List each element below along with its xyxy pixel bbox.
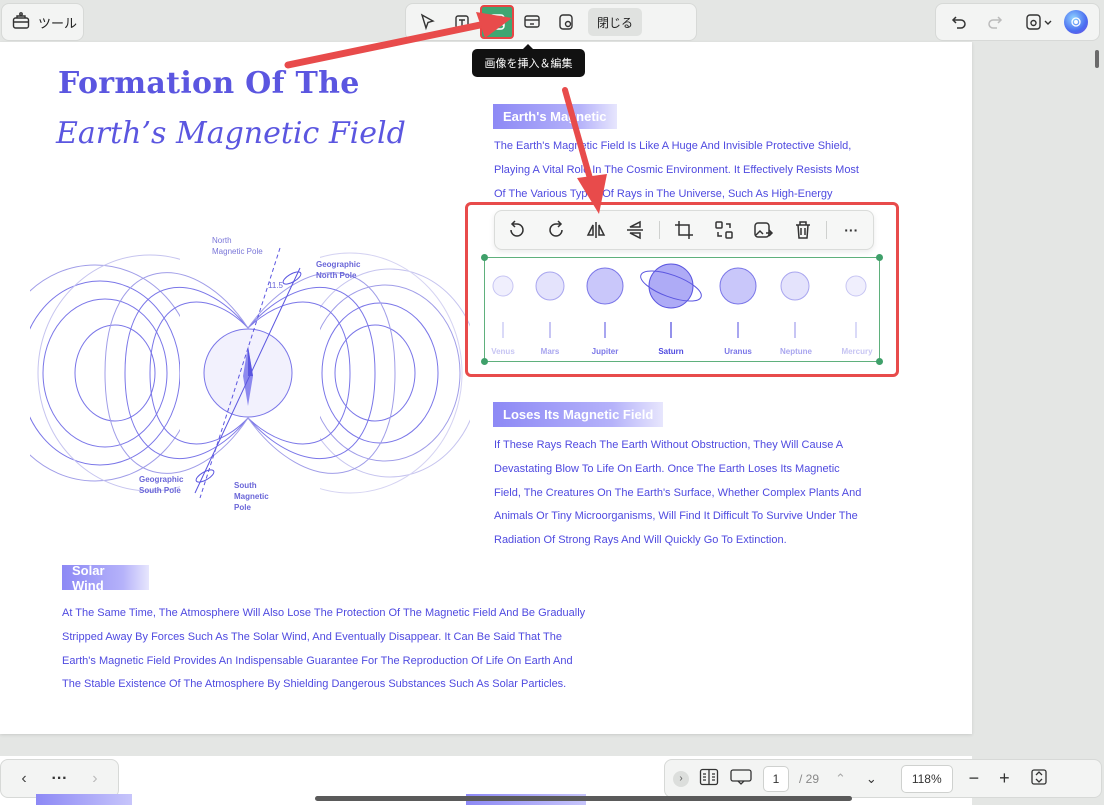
extract-image-icon[interactable] [747,215,779,245]
vertical-scrollbar[interactable] [1095,50,1099,68]
north-magnetic-pole-label: North Magnetic Pole [212,236,263,256]
previous-icon[interactable]: ‹ [21,770,26,788]
flip-horizontal-icon[interactable] [580,215,612,245]
zoom-level[interactable]: 118% [900,764,953,793]
next-page-tag-peek [36,794,132,805]
section-tag-earths-magnetic: Earth's Magnetic [493,104,617,129]
text-box-icon[interactable] [446,7,478,37]
crop-icon[interactable] [668,215,700,245]
insert-image-button[interactable] [480,5,514,39]
tools-button[interactable]: ツール [1,3,84,41]
undo-icon[interactable] [942,7,974,37]
presentation-icon[interactable] [729,768,753,789]
page-down-icon[interactable]: ⌄ [866,771,877,787]
collapse-panel-icon[interactable]: › [673,770,689,787]
section2-text: If These Rays Reach The Earth Without Ob… [494,439,862,547]
geographic-south-pole-label: Geographic South Pole [139,475,184,495]
section1-text: The Earth's Magnetic Field Is Like A Hug… [494,140,859,200]
save-dropdown-icon[interactable] [1018,7,1058,37]
delete-icon[interactable] [787,215,819,245]
page-layout-icon[interactable] [699,768,719,789]
geographic-north-pole-label: Geographic North Pole [316,260,361,280]
page-up-icon[interactable]: ⌃ [835,771,846,787]
tools-label: ツール [38,15,78,31]
rotate-right-icon[interactable] [541,215,573,245]
divider [659,221,661,239]
magnetic-field-diagram [30,228,470,518]
stamp-icon[interactable] [550,7,582,37]
section-tag-solar-wind: Solar Wind [62,563,149,593]
close-button[interactable]: 閉じる [588,8,643,36]
page-nav-right: › 1 / 29 ⌃ ⌄ 118% − + [664,759,1102,798]
section3-text: At The Same Time, The Atmosphere Will Al… [62,607,586,691]
section-tag-loses-field: Loses Its Magnetic Field [493,402,664,427]
tilt-angle-label: 11.5 [268,281,283,290]
divider [826,221,828,239]
link-image-icon[interactable] [516,7,548,37]
page-title-line1: Formation Of The [58,66,360,101]
right-toolbar [935,3,1100,41]
ai-assistant-icon[interactable] [1064,10,1088,34]
page-number-input[interactable]: 1 [763,765,789,792]
page-title-line2: Earth’s Magnetic Field [56,116,406,151]
fit-page-icon[interactable] [1030,768,1048,789]
zoom-out-icon[interactable]: − [969,768,980,789]
total-pages: / 29 [799,771,820,786]
insert-image-tooltip: 画像を挿入＆編集 [472,44,585,77]
image-edit-toolbar: ··· [494,210,874,250]
select-cursor-icon[interactable] [412,7,444,37]
horizontal-scrollbar[interactable] [315,796,852,801]
replace-image-icon[interactable] [708,215,740,245]
more-options-icon[interactable]: ··· [835,215,867,245]
flip-vertical-icon[interactable] [620,215,652,245]
next-icon[interactable]: › [92,770,97,788]
edit-toolbar: 閉じる [405,3,697,41]
redo-icon[interactable] [980,7,1012,37]
more-icon[interactable]: ··· [52,770,68,788]
zoom-in-icon[interactable]: + [999,768,1010,789]
toolbox-icon [11,11,31,34]
south-magnetic-pole-label: South Magnetic Pole [234,481,269,512]
rotate-left-icon[interactable] [501,215,533,245]
page-nav-left: ‹ ··· › [0,759,119,798]
